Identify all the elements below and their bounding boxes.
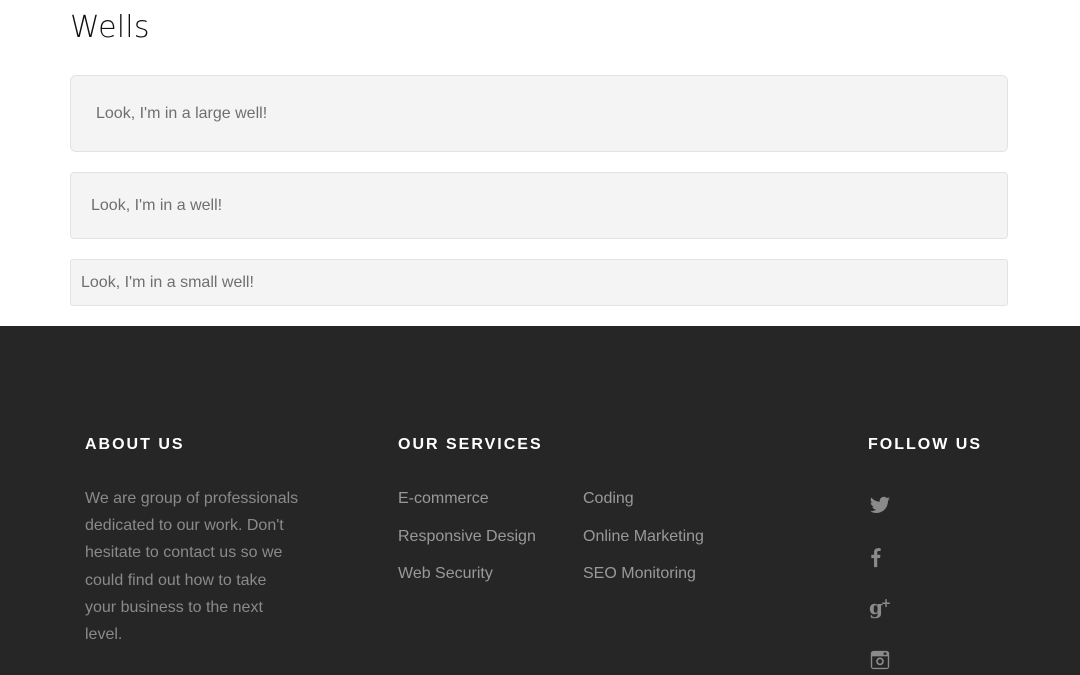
large-well: Look, I'm in a large well!: [70, 75, 1008, 152]
services-heading: OUR SERVICES: [398, 436, 543, 453]
small-well-text: Look, I'm in a small well!: [81, 273, 254, 291]
instagram-icon[interactable]: [869, 649, 893, 673]
page-title: Wells: [70, 10, 150, 45]
service-link-coding[interactable]: Coding: [583, 489, 634, 509]
google-plus-icon[interactable]: g +: [869, 596, 893, 620]
site-footer: ABOUT US We are group of professionals d…: [0, 326, 1080, 675]
svg-text:+: +: [881, 596, 891, 610]
service-link-online-marketing[interactable]: Online Marketing: [583, 527, 704, 547]
service-link-seo-monitoring[interactable]: SEO Monitoring: [583, 564, 696, 584]
twitter-icon[interactable]: [869, 494, 893, 518]
large-well-text: Look, I'm in a large well!: [96, 104, 268, 122]
service-link-web-security[interactable]: Web Security: [398, 564, 493, 584]
about-text: We are group of professionals dedicated …: [85, 490, 299, 644]
follow-heading: FOLLOW US: [868, 436, 982, 453]
facebook-icon[interactable]: [869, 545, 893, 569]
service-link-responsive-design[interactable]: Responsive Design: [398, 527, 536, 547]
default-well-text: Look, I'm in a well!: [91, 196, 223, 214]
about-heading: ABOUT US: [85, 436, 185, 453]
wells-section: Wells Look, I'm in a large well! Look, I…: [0, 0, 1080, 326]
service-link-ecommerce[interactable]: E-commerce: [398, 489, 489, 509]
default-well: Look, I'm in a well!: [70, 172, 1008, 239]
small-well: Look, I'm in a small well!: [70, 259, 1008, 306]
